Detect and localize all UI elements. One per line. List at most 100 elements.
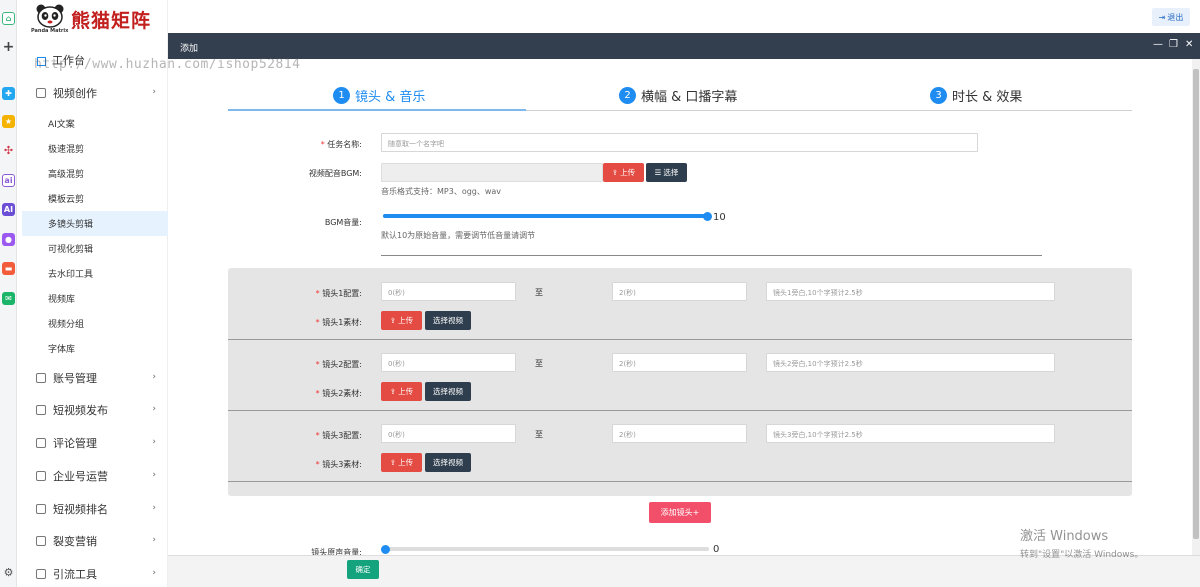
activation-line-1: 激活 Windows xyxy=(1020,529,1109,544)
bgm-path-input[interactable] xyxy=(381,163,603,182)
dialog-header: 添加 — ❐ ✕ xyxy=(168,33,1200,59)
scrollbar-thumb[interactable] xyxy=(1193,69,1199,539)
sidebar-item-label: 裂变营销 xyxy=(53,535,97,548)
sidebar-group-video-creation[interactable]: 视频创作 › xyxy=(17,80,168,106)
sidebar-item-label: 短视频发布 xyxy=(53,404,108,417)
confirm-button[interactable]: 确定 xyxy=(347,560,379,579)
close-icon[interactable]: ✕ xyxy=(1185,39,1193,50)
sidebar-sub-video-library[interactable]: 视频库 xyxy=(22,286,168,311)
shot-2-start-input[interactable]: 0(秒) xyxy=(381,353,516,372)
sidebar-sub-video-group[interactable]: 视频分组 xyxy=(22,311,168,336)
app-icon-1[interactable]: ✚ xyxy=(2,87,15,100)
logout-label: 退出 xyxy=(1167,12,1184,22)
maximize-icon[interactable]: ❐ xyxy=(1169,39,1178,50)
shot-3-to: 至 xyxy=(535,430,543,439)
add-icon[interactable]: + xyxy=(2,39,15,55)
chevron-icon: › xyxy=(152,535,156,545)
network-icon[interactable]: ✣ xyxy=(2,144,15,157)
upload-icon: ⇪ xyxy=(611,168,619,177)
shot-1-choose-video-button[interactable]: 选择视频 xyxy=(425,311,471,330)
bgm-upload-button[interactable]: ⇪ 上传 xyxy=(603,163,644,182)
chat-icon[interactable]: ● xyxy=(2,233,15,246)
shot-1-start-input[interactable]: 0(秒) xyxy=(381,282,516,301)
settings-icon[interactable]: ⚙ xyxy=(2,566,15,579)
bgm-volume-hint: 默认10为原始音量，需要调节低音量请调节 xyxy=(381,231,536,240)
upload-icon: ⇪ xyxy=(389,316,397,325)
fission-icon xyxy=(36,536,46,546)
task-name-input[interactable]: 随意取一个名字吧 xyxy=(381,133,978,152)
shot-3-material-label: * 镜头3素材: xyxy=(315,460,362,469)
shots-panel xyxy=(228,268,1132,496)
sidebar-sub-ai-copy[interactable]: AI文案 xyxy=(22,111,168,136)
step-2[interactable]: 2 横幅 & 口播字幕 xyxy=(619,86,737,105)
sidebar-group-account[interactable]: 账号管理 › xyxy=(17,365,168,391)
shot-2-end-input[interactable]: 2(秒) xyxy=(612,353,747,372)
app-rail: ⌂ + ✚ ★ ✣ ai AI ● ▬ ✉ ⚙ xyxy=(0,0,17,587)
slider-knob[interactable] xyxy=(703,211,712,221)
list-icon: ☰ xyxy=(654,168,662,177)
sidebar-group-publish[interactable]: 短视频发布 › xyxy=(17,397,168,423)
sidebar-group-ranking[interactable]: 短视频排名 › xyxy=(17,496,168,522)
bgm-volume-label: BGM音量: xyxy=(324,218,362,227)
step-3[interactable]: 3 时长 & 效果 xyxy=(930,86,1022,105)
button-label: 上传 xyxy=(620,168,636,177)
shot-2-to: 至 xyxy=(535,359,543,368)
shot-2-choose-video-button[interactable]: 选择视频 xyxy=(425,382,471,401)
video-icon xyxy=(36,88,46,98)
shot-2-material-label: * 镜头2素材: xyxy=(315,389,362,398)
task-name-label: * 任务名称: xyxy=(320,140,362,149)
shot-3-upload-button[interactable]: ⇪ 上传 xyxy=(381,453,422,472)
sidebar-sub-multi-shot[interactable]: 多镜头剪辑 xyxy=(22,211,168,236)
mail-icon[interactable]: ✉ xyxy=(2,292,15,305)
comment-icon xyxy=(36,438,46,448)
traffic-icon xyxy=(36,569,46,579)
shot-2-narration-input[interactable]: 镜头2旁白,10个字预计2.5秒 xyxy=(766,353,1055,372)
button-label: 选择 xyxy=(663,168,679,177)
logout-button[interactable]: ⇥ 退出 xyxy=(1152,8,1190,26)
add-shot-button[interactable]: 添加镜头+ xyxy=(649,502,711,523)
chevron-icon: › xyxy=(152,437,156,447)
dialog-scrollbar[interactable] xyxy=(1192,59,1200,555)
sidebar-sub-watermark-tool[interactable]: 去水印工具 xyxy=(22,261,168,286)
shot-1-end-input[interactable]: 2(秒) xyxy=(612,282,747,301)
home-icon[interactable]: ⌂ xyxy=(2,12,15,25)
chevron-icon: › xyxy=(152,87,156,97)
sidebar-group-fission[interactable]: 裂变营销 › xyxy=(17,528,168,554)
ai-icon[interactable]: AI xyxy=(2,203,15,216)
panda-logo-icon xyxy=(36,4,64,28)
shot-divider xyxy=(228,481,1132,482)
shot-1-config-label: * 镜头1配置: xyxy=(315,289,362,298)
shot-divider xyxy=(228,339,1132,340)
ai-circle-icon[interactable]: ai xyxy=(2,174,15,187)
bgm-volume-value: 10 xyxy=(713,212,726,223)
step-label: 时长 & 效果 xyxy=(952,90,1023,105)
shot-3-end-input[interactable]: 2(秒) xyxy=(612,424,747,443)
shot-1-upload-button[interactable]: ⇪ 上传 xyxy=(381,311,422,330)
step-1[interactable]: 1 镜头 & 音乐 xyxy=(333,86,425,105)
sidebar-sub-advanced-mix[interactable]: 高级混剪 xyxy=(22,161,168,186)
shot-3-config-label: * 镜头3配置: xyxy=(315,431,362,440)
activation-line-2: 转到"设置"以激活 Windows。 xyxy=(1020,550,1144,560)
sidebar-group-enterprise[interactable]: 企业号运营 › xyxy=(17,463,168,489)
bgm-choose-button[interactable]: ☰ 选择 xyxy=(646,163,687,182)
shot-2-upload-button[interactable]: ⇪ 上传 xyxy=(381,382,422,401)
sidebar-sub-visual-edit[interactable]: 可视化剪辑 xyxy=(22,236,168,261)
slider-track xyxy=(385,547,709,551)
sidebar-sub-fast-mix[interactable]: 极速混剪 xyxy=(22,136,168,161)
sidebar-sub-font-library[interactable]: 字体库 xyxy=(22,336,168,361)
game-icon[interactable]: ▬ xyxy=(2,262,15,275)
sidebar-item-label: 企业号运营 xyxy=(53,470,108,483)
minimize-icon[interactable]: — xyxy=(1153,39,1163,50)
shot-1-narration-input[interactable]: 镜头1旁白,10个字预计2.5秒 xyxy=(766,282,1055,301)
step-number: 2 xyxy=(619,87,636,104)
sidebar-item-label: 账号管理 xyxy=(53,372,97,385)
sidebar-sub-template-cloud[interactable]: 模板云剪 xyxy=(22,186,168,211)
star-icon[interactable]: ★ xyxy=(2,115,15,128)
shot-3-narration-input[interactable]: 镜头3旁白,10个字预计2.5秒 xyxy=(766,424,1055,443)
chevron-icon: › xyxy=(152,372,156,382)
sidebar-group-comments[interactable]: 评论管理 › xyxy=(17,430,168,456)
slider-knob[interactable] xyxy=(381,544,390,554)
shot-3-choose-video-button[interactable]: 选择视频 xyxy=(425,453,471,472)
sidebar-group-traffic[interactable]: 引流工具 › xyxy=(17,561,168,587)
shot-3-start-input[interactable]: 0(秒) xyxy=(381,424,516,443)
